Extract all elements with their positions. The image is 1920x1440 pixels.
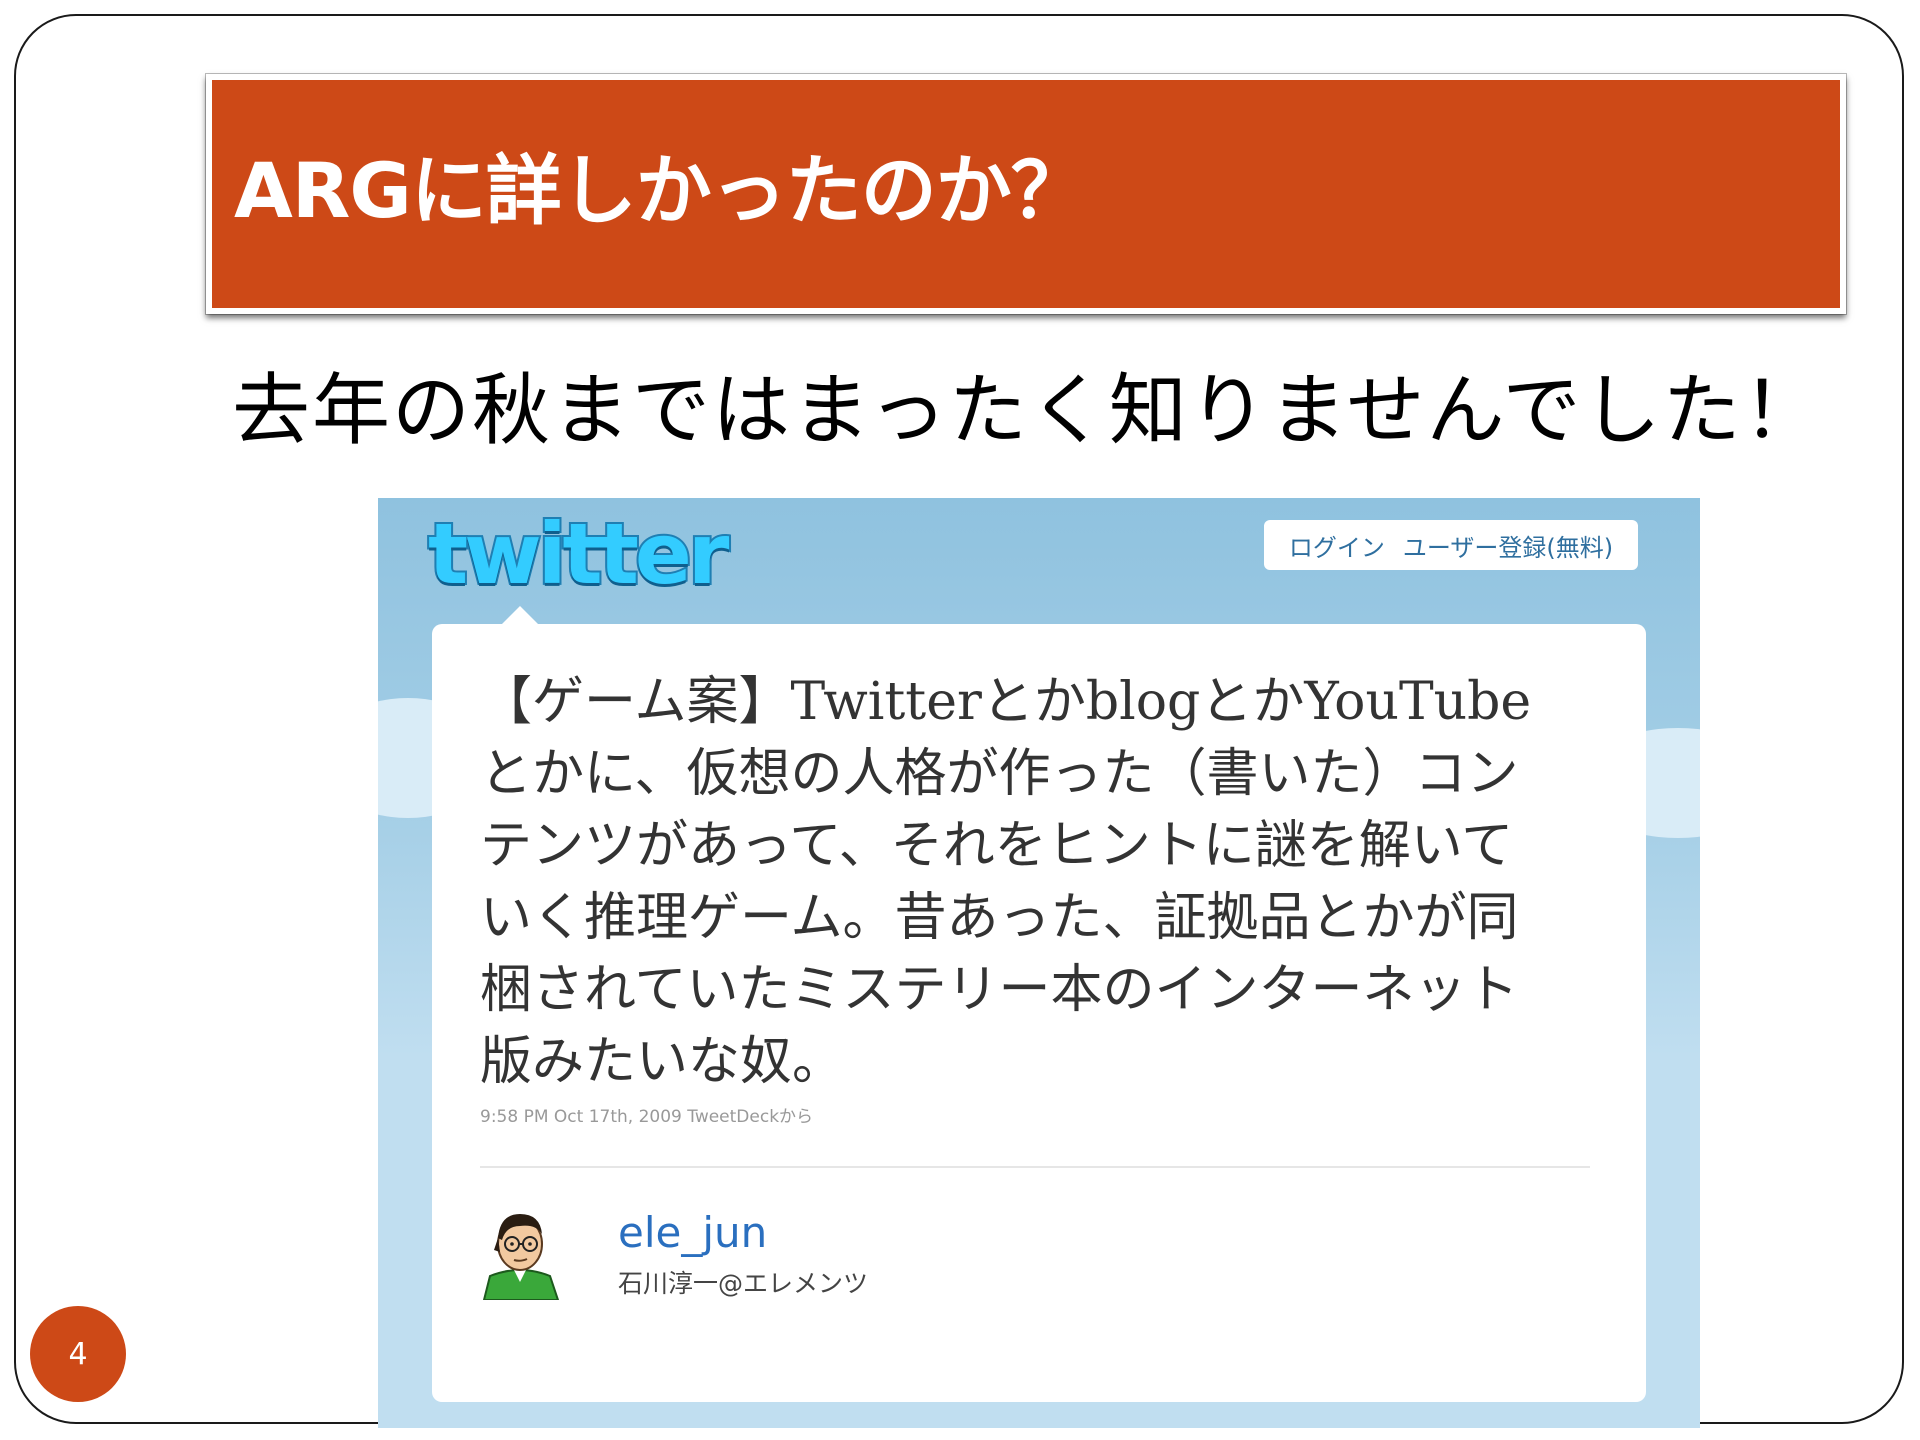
twitter-logo: twitter — [426, 503, 731, 605]
slide-frame: ARGに詳しかったのか？ 去年の秋まではまったく知りませんでした！ twitte… — [14, 14, 1904, 1428]
page-number-badge: 4 — [30, 1306, 126, 1402]
user-display-name: 石川淳一@エレメンツ — [618, 1269, 869, 1298]
avatar[interactable] — [480, 1204, 560, 1300]
signup-link[interactable]: ユーザー登録(無料) — [1403, 528, 1613, 563]
title-banner: ARGに詳しかったのか？ — [206, 74, 1846, 314]
avatar-illustration-icon — [480, 1204, 560, 1300]
slide-subtitle: 去年の秋まではまったく知りませんでした！ — [232, 366, 1823, 456]
tweet-card: 【ゲーム案】TwitterとかblogとかYouTubeとかに、仮想の人格が作っ… — [432, 606, 1646, 1402]
slide-title: ARGに詳しかったのか？ — [234, 146, 1087, 235]
tweet-card-arrow — [502, 606, 538, 624]
auth-box: ログイン ユーザー登録(無料) — [1264, 520, 1638, 570]
tweet-timestamp: 9:58 PM Oct 17th, 2009 TweetDeckから — [480, 1107, 814, 1127]
user-handle-link[interactable]: ele_jun — [618, 1208, 767, 1258]
login-link[interactable]: ログイン — [1289, 528, 1385, 563]
twitter-screenshot: twitter ログイン ユーザー登録(無料) 【ゲーム案】Twitterとかb… — [378, 498, 1700, 1428]
tweet-text: 【ゲーム案】TwitterとかblogとかYouTubeとかに、仮想の人格が作っ… — [480, 672, 1532, 1092]
divider — [480, 1166, 1590, 1168]
